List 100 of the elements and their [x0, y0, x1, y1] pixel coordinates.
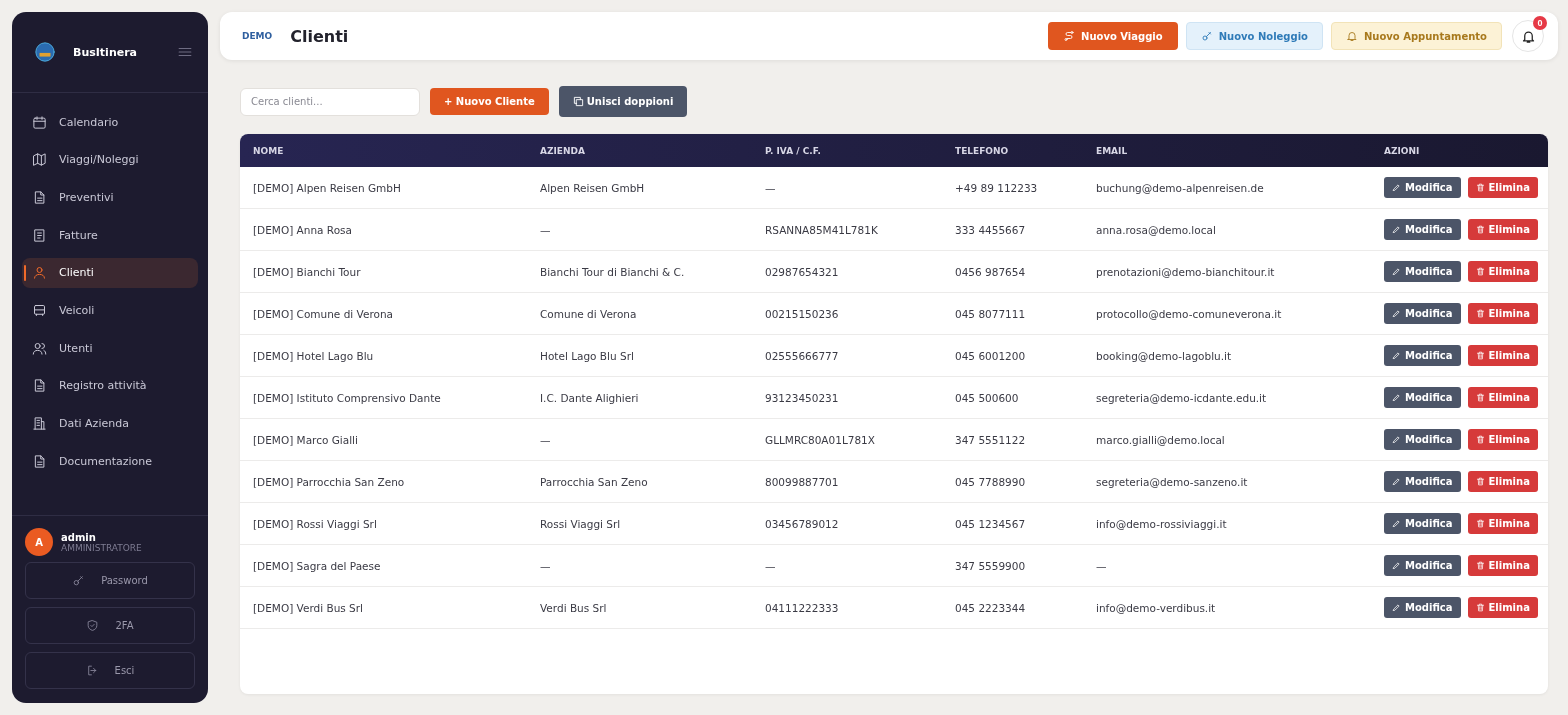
pencil-icon — [1392, 183, 1401, 192]
table-cell-text: [DEMO] Sagra del Paese — [252, 558, 382, 574]
pencil-icon — [1392, 267, 1401, 276]
brand-name: BusItinera — [73, 45, 139, 59]
column-header: EMAIL — [1095, 144, 1129, 158]
key-icon — [72, 574, 86, 587]
edit-button[interactable]: Modifica — [1384, 303, 1461, 324]
table-cell-text: Bianchi Tour di Bianchi & C. — [539, 264, 686, 280]
search-field[interactable]: Cerca clienti... — [240, 87, 420, 116]
bell-icon — [1520, 28, 1536, 44]
bell-icon — [1345, 30, 1358, 42]
delete-button[interactable]: Elimina — [1467, 555, 1538, 576]
nav-item[interactable]: Documentazione — [22, 446, 198, 477]
sidebar-button[interactable]: Password — [25, 562, 195, 599]
table-cell-text: 93123450231 — [764, 390, 840, 406]
page-title: Clienti — [290, 26, 350, 46]
edit-button[interactable]: Modifica — [1384, 345, 1461, 366]
delete-button[interactable]: Elimina — [1467, 177, 1538, 198]
table-cell-text: 0456 987654 — [954, 264, 1027, 280]
nav-item[interactable]: Dati Azienda — [22, 408, 198, 439]
nav-item[interactable]: Viaggi/Noleggi — [22, 144, 198, 175]
table-cell-text: info@demo-rossiviaggi.it — [1095, 516, 1228, 532]
sidebar-button[interactable]: 2FA — [25, 607, 195, 644]
pencil-icon — [1392, 393, 1401, 402]
table-cell-text: marco.gialli@demo.local — [1095, 432, 1226, 448]
edit-button[interactable]: Modifica — [1384, 597, 1461, 618]
delete-button[interactable]: Elimina — [1467, 345, 1538, 366]
nav-item[interactable]: Fatture — [22, 220, 198, 251]
document-icon — [32, 453, 47, 469]
table-cell-text: GLLMRC80A01L781X — [764, 432, 876, 448]
table-cell-text: 04111222333 — [764, 600, 840, 616]
table-cell-text: Hotel Lago Blu Srl — [539, 348, 635, 364]
users-icon — [32, 340, 47, 356]
table-cell-text: Parrocchia San Zeno — [539, 474, 649, 490]
table-cell-text: [DEMO] Parrocchia San Zeno — [252, 474, 406, 490]
delete-button[interactable]: Elimina — [1467, 303, 1538, 324]
new-client-button[interactable]: + Nuovo Cliente — [430, 88, 549, 115]
logout-button[interactable]: Esci — [25, 652, 195, 689]
table-cell-text: [DEMO] Hotel Lago Blu — [252, 348, 375, 364]
logo-icon — [34, 41, 56, 63]
table-cell-text: [DEMO] Istituto Comprensivo Dante — [252, 390, 442, 406]
table-cell-text: [DEMO] Alpen Reisen GmbH — [252, 180, 402, 196]
edit-button[interactable]: Modifica — [1384, 471, 1461, 492]
route-icon — [1063, 30, 1076, 42]
table-cell-text: 045 500600 — [954, 390, 1020, 406]
delete-button[interactable]: Elimina — [1467, 513, 1538, 534]
document-icon — [32, 378, 47, 394]
bus-icon — [32, 302, 47, 318]
nav-item[interactable]: Utenti — [22, 333, 198, 364]
edit-button[interactable]: Modifica — [1384, 261, 1461, 282]
trash-icon — [1475, 183, 1485, 192]
edit-button[interactable]: Modifica — [1384, 177, 1461, 198]
table-cell-text: segreteria@demo-icdante.edu.it — [1095, 390, 1268, 406]
shield-icon — [86, 619, 100, 632]
trash-icon — [1475, 393, 1485, 402]
delete-button[interactable]: Elimina — [1467, 219, 1538, 240]
trash-icon — [1475, 519, 1485, 528]
nav-item[interactable]: Calendario — [22, 107, 198, 137]
column-header: AZIONI — [1383, 144, 1421, 158]
table-cell-text: 02555666777 — [764, 348, 840, 364]
table-cell-text: 80099887701 — [764, 474, 840, 490]
delete-button[interactable]: Elimina — [1467, 429, 1538, 450]
table-cell-text: — — [539, 558, 552, 574]
copy-icon — [572, 96, 584, 107]
trash-icon — [1475, 435, 1485, 444]
table-cell-text: 00215150236 — [764, 306, 840, 322]
nav-item[interactable]: Veicoli — [22, 295, 198, 326]
table-cell-text: — — [1095, 558, 1108, 574]
table-cell-text: info@demo-verdibus.it — [1095, 600, 1217, 616]
delete-button[interactable]: Elimina — [1467, 387, 1538, 408]
table-cell-text: prenotazioni@demo-bianchitour.it — [1095, 264, 1276, 280]
edit-button[interactable]: Modifica — [1384, 555, 1461, 576]
edit-button[interactable]: Modifica — [1384, 513, 1461, 534]
delete-button[interactable]: Elimina — [1467, 471, 1538, 492]
avatar: A — [25, 528, 53, 556]
delete-button[interactable]: Elimina — [1467, 597, 1538, 618]
table-cell-text: Alpen Reisen GmbH — [539, 180, 646, 196]
menu-icon[interactable] — [178, 46, 192, 58]
pencil-icon — [1392, 435, 1401, 444]
pencil-icon — [1392, 603, 1401, 612]
action-button[interactable]: Nuovo Noleggio — [1185, 22, 1323, 50]
edit-button[interactable]: Modifica — [1384, 219, 1461, 240]
edit-button[interactable]: Modifica — [1384, 387, 1461, 408]
action-button[interactable]: Nuovo Viaggio — [1048, 22, 1178, 50]
nav-item[interactable]: Preventivi — [22, 182, 198, 213]
table-cell-text: Comune di Verona — [539, 306, 638, 322]
table-cell-text: protocollo@demo-comuneverona.it — [1095, 306, 1283, 322]
nav-item[interactable]: Clienti — [22, 257, 198, 288]
trash-icon — [1475, 225, 1485, 234]
logout-icon — [85, 664, 99, 677]
edit-button[interactable]: Modifica — [1384, 429, 1461, 450]
delete-button[interactable]: Elimina — [1467, 261, 1538, 282]
nav-item[interactable]: Registro attività — [22, 370, 198, 401]
pencil-icon — [1392, 225, 1401, 234]
merge-button[interactable]: Unisci doppioni — [558, 86, 688, 117]
table-cell-text: [DEMO] Rossi Viaggi Srl — [252, 516, 378, 532]
document-icon — [32, 189, 47, 205]
table-cell-text: booking@demo-lagoblu.it — [1095, 348, 1233, 364]
table-cell-text: [DEMO] Comune di Verona — [252, 306, 394, 322]
column-header: TELEFONO — [954, 144, 1010, 158]
